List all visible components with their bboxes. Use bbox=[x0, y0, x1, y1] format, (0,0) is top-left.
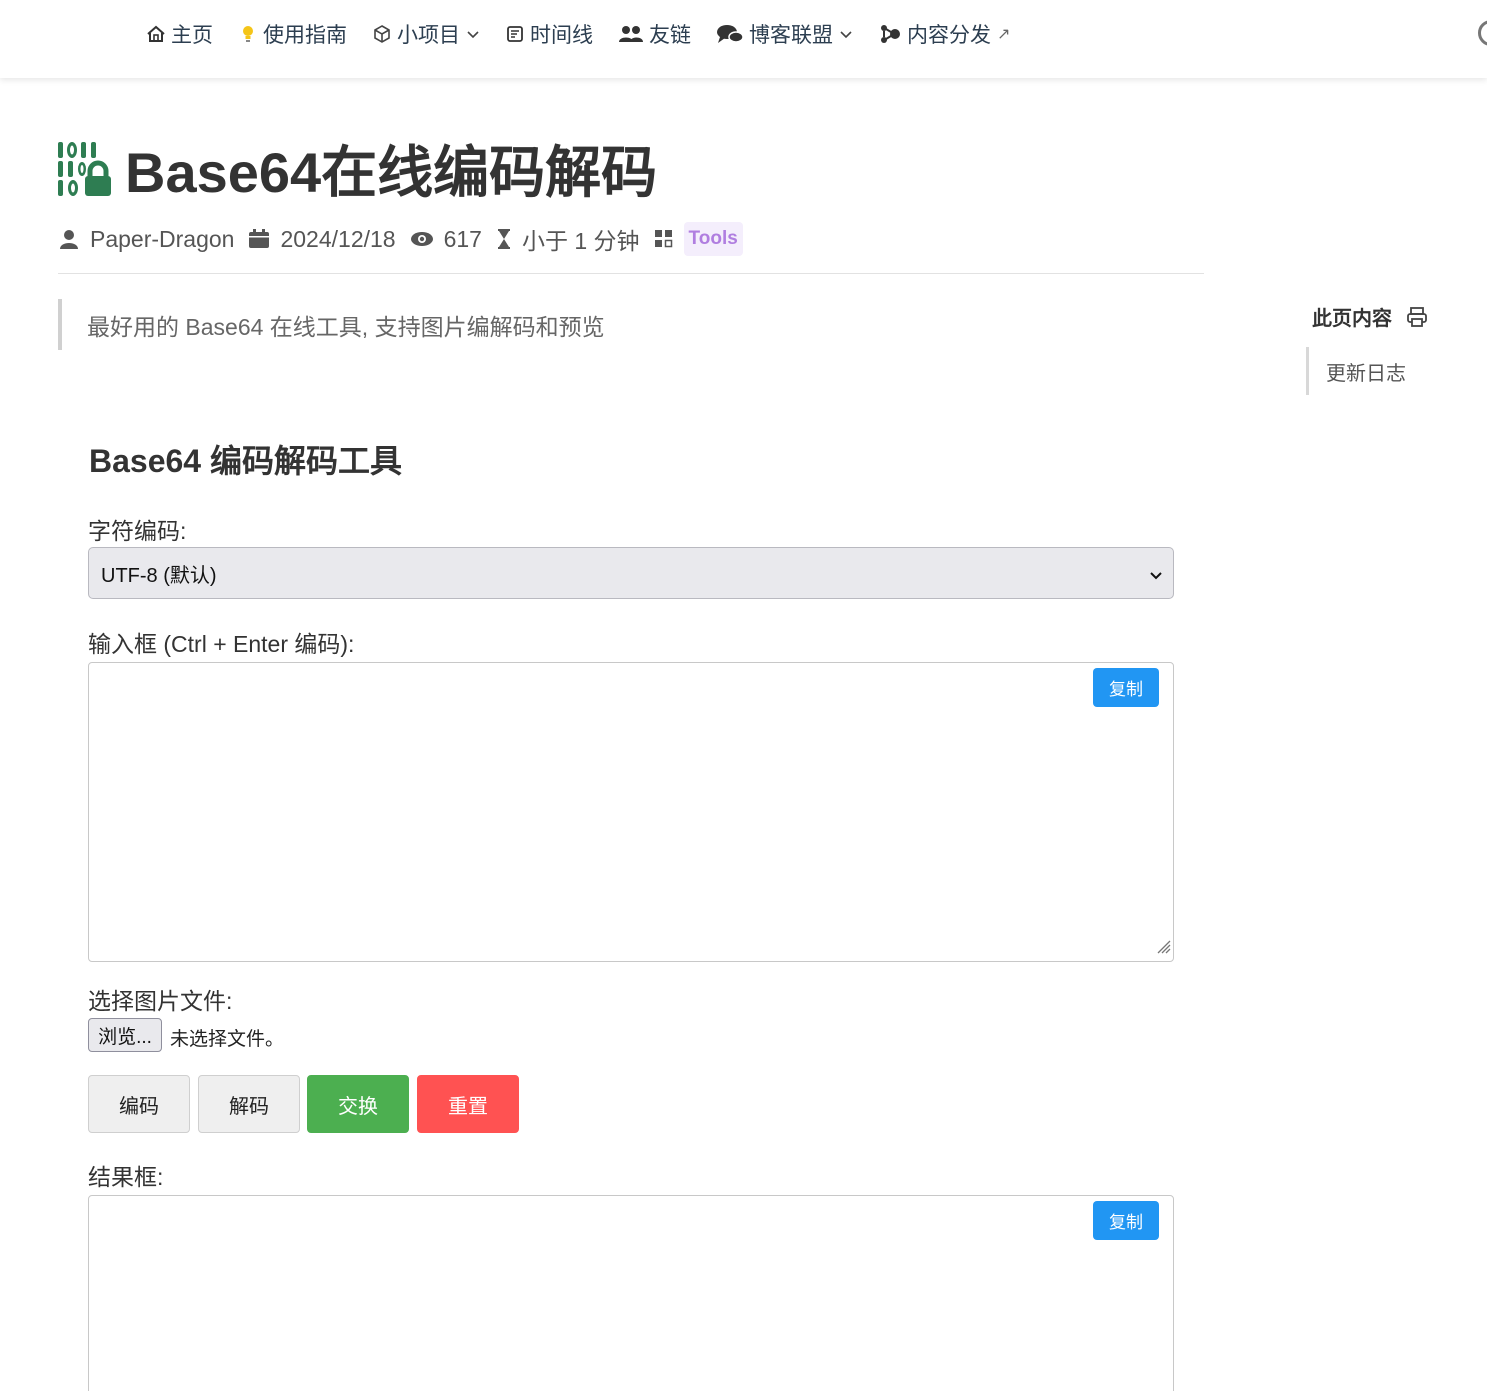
chevron-down-icon bbox=[839, 27, 853, 41]
nav-item-label: 友链 bbox=[649, 24, 691, 47]
hourglass-icon bbox=[497, 229, 510, 249]
date-info: 2024/12/18 bbox=[248, 225, 396, 253]
toc-header: 此页内容 bbox=[1312, 302, 1428, 331]
resize-handle-icon[interactable] bbox=[1153, 936, 1171, 959]
print-icon[interactable] bbox=[1406, 306, 1428, 328]
share-icon bbox=[877, 23, 903, 45]
charset-label: 字符编码: bbox=[88, 518, 187, 544]
category-info: Tools bbox=[654, 222, 743, 256]
toc-list: 更新日志 bbox=[1306, 347, 1466, 395]
nav-item-label: 主页 bbox=[171, 24, 213, 47]
file-status: 未选择文件。 bbox=[170, 1029, 285, 1050]
article-meta: Paper-Dragon 2024/12/18 617 小于 1 分钟 Tool… bbox=[58, 222, 757, 256]
lightbulb-icon bbox=[237, 23, 259, 45]
nav-item-timeline[interactable]: 时间线 bbox=[504, 18, 593, 50]
nav-menu: 主页 使用指南 小项目 时间线 友链 博客联盟 内容分发 ↗ bbox=[145, 18, 1034, 50]
toc-item-changelog[interactable]: 更新日志 bbox=[1326, 357, 1406, 386]
chat-icon bbox=[715, 23, 745, 45]
timeline-icon bbox=[504, 23, 526, 45]
nav-item-label: 小项目 bbox=[397, 24, 460, 47]
nav-item-friends[interactable]: 友链 bbox=[617, 18, 691, 50]
page-header: Base64在线编码解码 bbox=[57, 128, 657, 209]
chevron-down-icon bbox=[1149, 566, 1163, 589]
header-divider bbox=[58, 273, 1204, 274]
nav-item-label: 博客联盟 bbox=[749, 24, 833, 47]
description-quote: 最好用的 Base64 在线工具, 支持图片编解码和预览 bbox=[58, 299, 758, 350]
nav-item-distribution[interactable]: 内容分发 ↗ bbox=[877, 18, 1010, 50]
views-info: 617 bbox=[410, 226, 482, 253]
decode-button[interactable]: 解码 bbox=[198, 1075, 300, 1133]
cube-icon bbox=[371, 23, 393, 45]
top-navbar: 主页 使用指南 小项目 时间线 友链 博客联盟 内容分发 ↗ bbox=[0, 0, 1487, 78]
nav-item-home[interactable]: 主页 bbox=[145, 18, 213, 50]
nav-item-label: 使用指南 bbox=[263, 24, 347, 47]
chevron-down-icon bbox=[466, 27, 480, 41]
read-time-info: 小于 1 分钟 bbox=[496, 222, 640, 256]
result-textarea[interactable]: 复制 bbox=[88, 1195, 1174, 1391]
binary-lock-icon bbox=[57, 140, 113, 198]
charset-selected-value: UTF-8 (默认) bbox=[101, 564, 217, 587]
publish-date: 2024/12/18 bbox=[280, 225, 396, 252]
copy-result-button[interactable]: 复制 bbox=[1093, 1201, 1159, 1240]
category-icon bbox=[654, 230, 672, 248]
charset-select[interactable]: UTF-8 (默认) bbox=[88, 547, 1174, 599]
home-icon bbox=[145, 23, 167, 45]
users-icon bbox=[617, 23, 645, 45]
reset-button[interactable]: 重置 bbox=[417, 1075, 519, 1133]
page-title: Base64在线编码解码 bbox=[125, 141, 658, 204]
author-name: Paper-Dragon bbox=[90, 225, 235, 252]
toc-title: 此页内容 bbox=[1312, 308, 1392, 330]
external-link-icon: ↗ bbox=[997, 26, 1011, 43]
nav-item-label: 内容分发 bbox=[907, 24, 991, 47]
description-text: 最好用的 Base64 在线工具, 支持图片编解码和预览 bbox=[87, 313, 605, 340]
swap-button[interactable]: 交换 bbox=[307, 1075, 409, 1133]
result-label: 结果框: bbox=[88, 1164, 164, 1190]
file-label: 选择图片文件: bbox=[88, 988, 233, 1014]
input-textarea[interactable]: 复制 bbox=[88, 662, 1174, 962]
copy-input-button[interactable]: 复制 bbox=[1093, 668, 1159, 707]
nav-item-blog-alliance[interactable]: 博客联盟 bbox=[715, 18, 853, 50]
nav-item-guide[interactable]: 使用指南 bbox=[237, 18, 347, 50]
nav-item-projects[interactable]: 小项目 bbox=[371, 18, 480, 50]
tool-title: Base64 编码解码工具 bbox=[89, 443, 402, 479]
encode-button[interactable]: 编码 bbox=[88, 1075, 190, 1133]
read-time: 小于 1 分钟 bbox=[521, 228, 640, 254]
tag-tools[interactable]: Tools bbox=[683, 222, 743, 256]
browse-file-button[interactable]: 浏览... bbox=[88, 1018, 162, 1052]
eye-icon bbox=[410, 232, 433, 246]
theme-toggle-icon[interactable] bbox=[1478, 20, 1487, 46]
author-info[interactable]: Paper-Dragon bbox=[58, 226, 234, 253]
view-count: 617 bbox=[443, 225, 482, 252]
nav-item-label: 时间线 bbox=[530, 24, 593, 47]
calendar-icon bbox=[249, 229, 270, 248]
input-label: 输入框 (Ctrl + Enter 编码): bbox=[88, 631, 355, 657]
user-icon bbox=[60, 230, 78, 249]
